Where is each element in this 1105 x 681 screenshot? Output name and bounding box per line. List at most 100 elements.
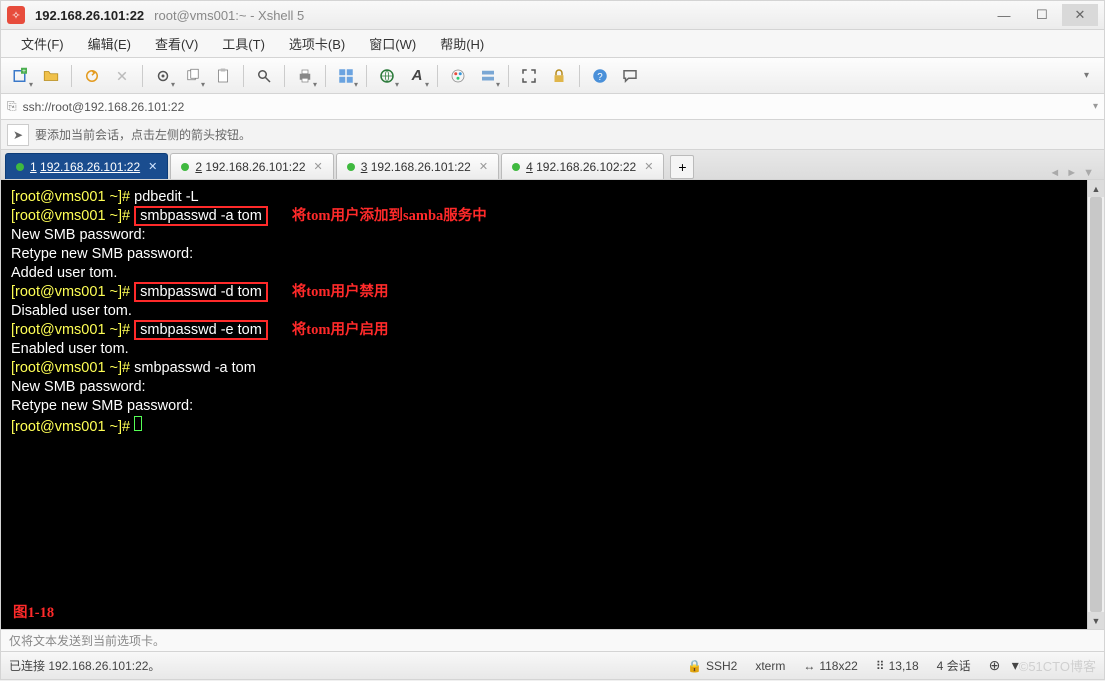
tab-index: 2 (195, 160, 202, 174)
menu-edit[interactable]: 编辑(E) (76, 30, 143, 57)
terminal-line: [root@vms001 ~]# smbpasswd -a tom (11, 359, 1077, 378)
copy-icon[interactable] (179, 62, 207, 90)
add-session-arrow-button[interactable]: ➤ (7, 124, 29, 146)
tab-label: 192.168.26.101:22 (205, 160, 305, 174)
tab-index: 3 (361, 160, 368, 174)
tab-index: 4 (526, 160, 533, 174)
paste-icon[interactable] (209, 62, 237, 90)
status-protocol: 🔒SSH2 (687, 659, 737, 673)
app-icon: ✧ (7, 6, 25, 24)
window-title-main: 192.168.26.101:22 (35, 8, 144, 23)
status-bar: 已连接 192.168.26.101:22。 🔒SSH2 xterm ↔118x… (0, 652, 1105, 680)
figure-label: 图1-18 (13, 604, 54, 623)
status-dot-icon (512, 163, 520, 171)
svg-text:+: + (22, 68, 26, 75)
tab-label: 192.168.26.101:22 (371, 160, 471, 174)
status-size: ↔118x22 (803, 659, 857, 673)
status-connection: 已连接 192.168.26.101:22。 (9, 657, 160, 674)
input-hint[interactable]: 仅将文本发送到当前选项卡。 (0, 630, 1105, 652)
terminal-scrollbar[interactable]: ▲ ▼ (1087, 180, 1104, 629)
tab-index: 1 (30, 160, 37, 174)
tab-close-icon[interactable]: ✕ (314, 160, 323, 173)
chat-icon[interactable] (616, 62, 644, 90)
terminal-line: Added user tom. (11, 264, 1077, 283)
title-bar: ✧ 192.168.26.101:22 root@vms001:~ - Xshe… (0, 0, 1105, 30)
font-icon[interactable]: A (403, 62, 431, 90)
terminal-line: New SMB password: (11, 378, 1077, 397)
status-dot-icon (16, 163, 24, 171)
session-tab-3[interactable]: 3 192.168.26.101:22 ✕ (336, 153, 499, 179)
new-tab-button[interactable]: + (670, 155, 694, 179)
address-url[interactable]: ssh://root@192.168.26.101:22 (23, 100, 185, 114)
terminal-line: New SMB password: (11, 226, 1077, 245)
terminal-line: [root@vms001 ~]# smbpasswd -e tom将tom用户启… (11, 321, 1077, 340)
scroll-thumb[interactable] (1090, 197, 1102, 612)
terminal-line: [root@vms001 ~]# pdbedit -L (11, 188, 1077, 207)
print-icon[interactable] (291, 62, 319, 90)
terminal-wrap: [root@vms001 ~]# pdbedit -L[root@vms001 … (0, 180, 1105, 630)
status-overflow-icon[interactable]: ⊕ ▾ (989, 657, 1019, 674)
status-dot-icon (181, 163, 189, 171)
layout-icon[interactable] (332, 62, 360, 90)
properties-icon[interactable] (149, 62, 177, 90)
tab-prev-icon[interactable]: ◄ (1049, 167, 1060, 179)
open-icon[interactable] (37, 62, 65, 90)
menu-tools[interactable]: 工具(T) (210, 30, 277, 57)
tab-label: 192.168.26.101:22 (40, 160, 140, 174)
tab-close-icon[interactable]: ✕ (479, 160, 488, 173)
hint-bar: ➤ 要添加当前会话，点击左侧的箭头按钮。 (0, 120, 1105, 150)
lock-icon[interactable] (545, 62, 573, 90)
help-icon[interactable]: ? (586, 62, 614, 90)
address-lock-icon: ⎘ (7, 99, 17, 114)
terminal-line: Retype new SMB password: (11, 397, 1077, 416)
menu-bar: 文件(F) 编辑(E) 查看(V) 工具(T) 选项卡(B) 窗口(W) 帮助(… (0, 30, 1105, 58)
terminal[interactable]: [root@vms001 ~]# pdbedit -L[root@vms001 … (1, 180, 1087, 629)
scroll-track[interactable] (1088, 197, 1104, 612)
session-tab-4[interactable]: 4 192.168.26.102:22 ✕ (501, 153, 664, 179)
scroll-up-icon[interactable]: ▲ (1088, 180, 1104, 197)
scroll-down-icon[interactable]: ▼ (1088, 612, 1104, 629)
close-button[interactable]: ✕ (1062, 4, 1098, 26)
session-tab-2[interactable]: 2 192.168.26.101:22 ✕ (170, 153, 333, 179)
address-bar: ⎘ ssh://root@192.168.26.101:22 ▾ (0, 94, 1105, 120)
tab-label: 192.168.26.102:22 (536, 160, 636, 174)
status-cursor-pos: ⠿13,18 (876, 659, 919, 673)
menu-view[interactable]: 查看(V) (143, 30, 210, 57)
session-tab-1[interactable]: 1 192.168.26.101:22 ✕ (5, 153, 168, 179)
terminal-line: Enabled user tom. (11, 340, 1077, 359)
minimize-button[interactable]: — (986, 4, 1022, 26)
hint-text: 要添加当前会话，点击左侧的箭头按钮。 (35, 126, 251, 143)
menu-tabs[interactable]: 选项卡(B) (277, 30, 357, 57)
tab-list-icon[interactable]: ▼ (1083, 167, 1094, 179)
tab-nav: ◄ ► ▼ (1049, 167, 1100, 179)
terminal-line: [root@vms001 ~]# (11, 416, 1077, 437)
address-overflow-icon[interactable]: ▾ (1093, 101, 1098, 112)
terminal-line: Retype new SMB password: (11, 245, 1077, 264)
colors-icon[interactable] (444, 62, 472, 90)
terminal-line: [root@vms001 ~]# smbpasswd -d tom将tom用户禁… (11, 283, 1077, 302)
watermark: ©51CTO博客 (1019, 656, 1096, 675)
terminal-line: [root@vms001 ~]# smbpasswd -a tom将tom用户添… (11, 207, 1077, 226)
window-title-sub: root@vms001:~ - Xshell 5 (154, 8, 304, 23)
find-icon[interactable] (250, 62, 278, 90)
menu-window[interactable]: 窗口(W) (357, 30, 428, 57)
tab-close-icon[interactable]: ✕ (644, 160, 653, 173)
maximize-button[interactable]: ☐ (1024, 4, 1060, 26)
tab-close-icon[interactable]: ✕ (148, 160, 157, 173)
status-dot-icon (347, 163, 355, 171)
menu-help[interactable]: 帮助(H) (428, 30, 496, 57)
terminal-line: Disabled user tom. (11, 302, 1077, 321)
toolbar: + A ? ▾ (0, 58, 1105, 94)
status-session-count: 4 会话 (937, 657, 971, 674)
disconnect-icon[interactable] (108, 62, 136, 90)
toolbar-overflow-icon[interactable]: ▾ (1084, 70, 1098, 81)
svg-text:?: ? (597, 71, 603, 82)
new-session-icon[interactable]: + (7, 62, 35, 90)
tab-next-icon[interactable]: ► (1066, 167, 1077, 179)
menu-file[interactable]: 文件(F) (9, 30, 76, 57)
status-term-type: xterm (755, 659, 785, 673)
fullscreen-icon[interactable] (515, 62, 543, 90)
reconnect-icon[interactable] (78, 62, 106, 90)
hosts-icon[interactable] (474, 62, 502, 90)
encoding-icon[interactable] (373, 62, 401, 90)
